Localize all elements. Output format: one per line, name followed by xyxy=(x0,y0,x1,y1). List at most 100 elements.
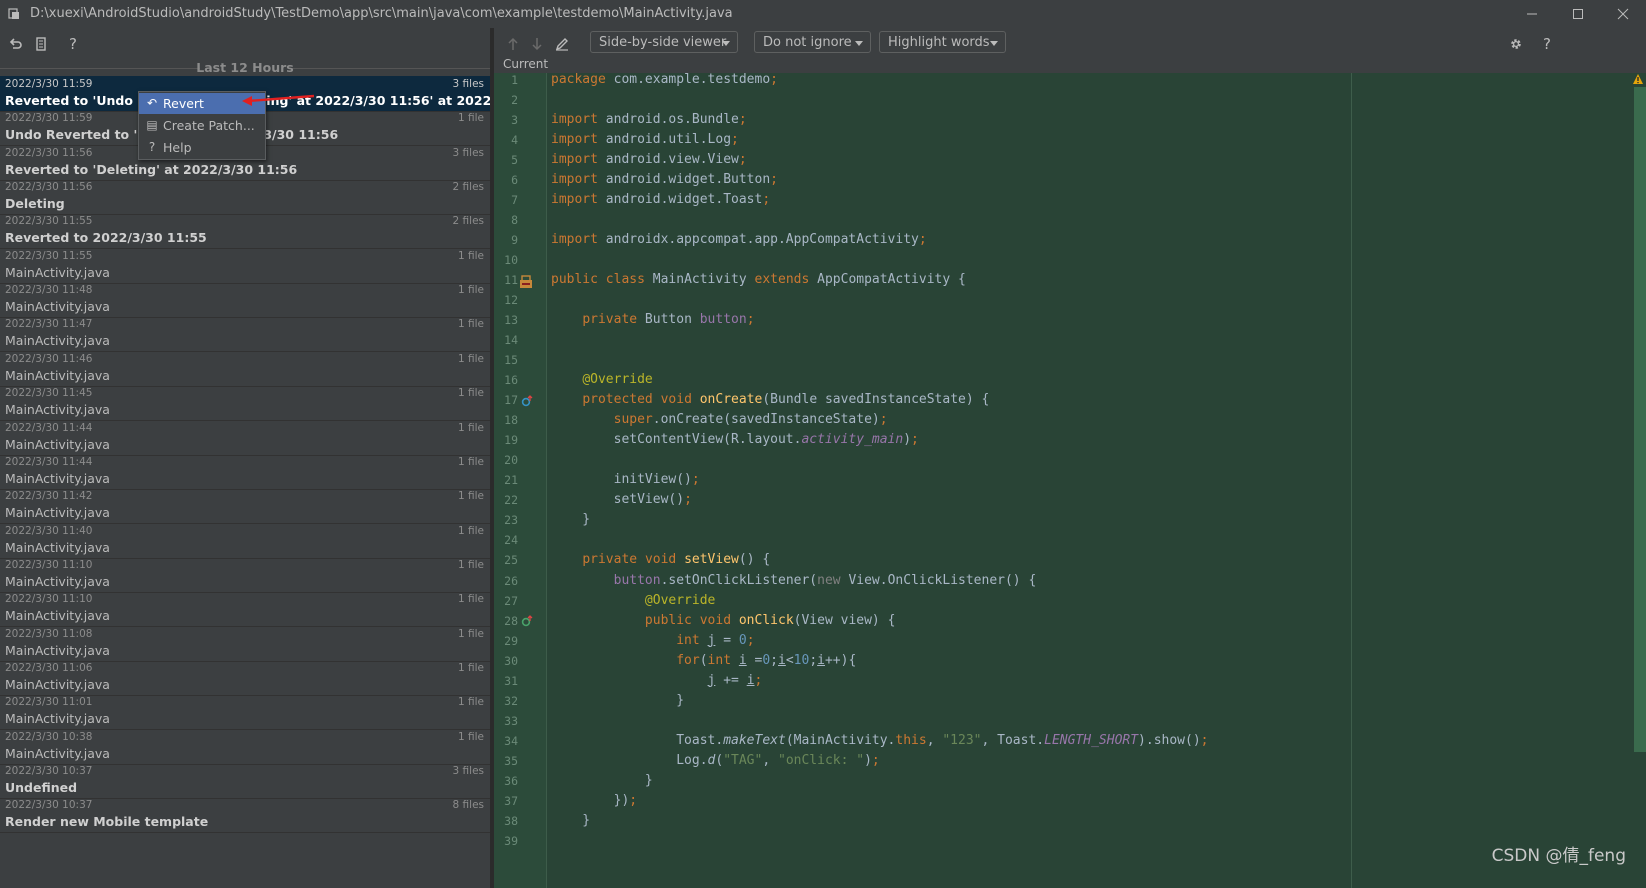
history-entry-date: 2022/3/30 11:45 xyxy=(5,387,93,400)
history-entry[interactable]: 2022/3/30 11:48 1 file MainActivity.java xyxy=(0,282,490,319)
context-menu-help[interactable]: ? Help xyxy=(139,137,265,158)
revert-button[interactable] xyxy=(5,33,27,55)
code-line: import android.widget.Toast; xyxy=(551,192,771,208)
line-number: 35 xyxy=(504,753,518,768)
history-entry-file-count: 1 file xyxy=(457,455,484,468)
create-patch-button[interactable] xyxy=(30,33,52,55)
history-entry[interactable]: 2022/3/30 11:08 1 file MainActivity.java xyxy=(0,626,490,662)
code-line: initView(); xyxy=(551,472,700,488)
highlight-mode-select[interactable]: Highlight words xyxy=(879,31,1006,53)
vertical-scrollbar[interactable] xyxy=(1634,87,1646,752)
line-number: 39 xyxy=(504,833,518,848)
code-line: @Override xyxy=(582,372,653,388)
patch-icon: ▤ xyxy=(146,118,158,132)
history-entry[interactable]: 2022/3/30 10:37 8 files Render new Mobile … xyxy=(0,797,490,834)
context-menu-label: Help xyxy=(163,140,192,155)
history-entry[interactable]: 2022/3/30 11:56 2 files Deleting xyxy=(0,179,490,216)
help-icon: ? xyxy=(1543,35,1551,53)
history-entry-file-count: 1 file xyxy=(457,352,484,365)
patch-icon xyxy=(36,37,46,51)
watermark: CSDN @倩_feng xyxy=(1491,846,1626,866)
history-entry[interactable]: 2022/3/30 11:55 2 files Reverted to 2022/3… xyxy=(0,213,490,250)
line-number: 26 xyxy=(504,573,518,588)
code-line: button.setOnClickListener(new View.OnCli… xyxy=(613,572,1037,588)
arrow-down-icon xyxy=(532,38,542,51)
line-number: 33 xyxy=(504,713,518,728)
history-entry[interactable]: 2022/3/30 11:55 1 file MainActivity.java xyxy=(0,248,490,284)
history-entry-title: Reverted to 2022/3/30 11:55 xyxy=(5,230,207,246)
code-line: package com.example.testdemo; xyxy=(551,73,778,87)
history-entry-title: MainActivity.java xyxy=(5,711,110,727)
history-entry-date: 2022/3/30 11:59 xyxy=(5,78,93,90)
viewer-mode-select[interactable]: Side-by-side viewer xyxy=(590,31,738,53)
history-entry[interactable]: 2022/3/30 11:06 1 file MainActivity.java xyxy=(0,660,490,696)
close-button[interactable] xyxy=(1600,0,1646,28)
context-menu-label: Revert xyxy=(163,96,204,111)
minimize-button[interactable] xyxy=(1509,0,1555,28)
override-method-icon[interactable] xyxy=(521,395,533,407)
history-entry[interactable]: 2022/3/30 10:38 1 file MainActivity.java xyxy=(0,729,490,765)
history-entry-title: MainActivity.java xyxy=(5,642,110,658)
history-entry[interactable]: 2022/3/30 11:46 1 file MainActivity.java xyxy=(0,351,490,387)
history-entry-title: MainActivity.java xyxy=(5,333,110,349)
history-entry[interactable]: 2022/3/30 11:42 1 file MainActivity.java xyxy=(0,488,490,525)
settings-button[interactable] xyxy=(1505,33,1527,55)
line-number: 15 xyxy=(504,353,518,368)
history-entry-file-count: 3 files xyxy=(452,765,484,777)
title-bar: D:\xuexi\AndroidStudio\androidStudy\Test… xyxy=(0,0,1646,28)
class-implementation-icon[interactable] xyxy=(519,275,533,289)
code-line: int j = 0; xyxy=(676,632,755,648)
history-entry[interactable]: 2022/3/30 11:10 1 file MainActivity.java xyxy=(0,591,490,628)
line-number: 1 xyxy=(511,73,518,87)
history-entry-file-count: 1 file xyxy=(457,490,484,503)
maximize-icon xyxy=(1573,9,1583,19)
line-number: 24 xyxy=(504,533,518,548)
history-entry-title: Deleting xyxy=(5,196,65,212)
code-line: @Override xyxy=(644,592,716,608)
line-number: 20 xyxy=(504,453,518,468)
edit-source-button[interactable] xyxy=(551,33,573,55)
history-entry[interactable]: 2022/3/30 11:10 1 file MainActivity.java xyxy=(0,557,490,593)
history-entry[interactable]: 2022/3/30 11:01 1 file MainActivity.java xyxy=(0,694,490,731)
code-line: }); xyxy=(551,792,638,808)
gear-icon xyxy=(1511,39,1521,49)
line-number: 37 xyxy=(504,793,518,808)
undo-icon xyxy=(9,38,22,49)
line-number: 32 xyxy=(504,693,518,708)
history-entry[interactable]: 2022/3/30 11:45 1 file MainActivity.java xyxy=(0,385,490,422)
code-line: super.onCreate(savedInstanceState); xyxy=(613,412,888,428)
maximize-button[interactable] xyxy=(1555,0,1601,28)
history-entry[interactable]: 2022/3/30 11:44 1 file MainActivity.java xyxy=(0,420,490,456)
context-menu-create-patch[interactable]: ▤ Create Patch... xyxy=(139,115,265,136)
arrow-up-icon xyxy=(508,37,518,50)
history-entry[interactable]: 2022/3/30 10:37 3 files Undefined xyxy=(0,763,490,799)
help-button[interactable]: ? xyxy=(62,33,84,55)
warning-icon[interactable] xyxy=(1632,73,1644,85)
history-entry-date: 2022/3/30 10:38 xyxy=(5,730,93,743)
highlight-mode-value: Highlight words xyxy=(888,35,990,50)
help-icon: ? xyxy=(69,35,77,53)
code-editor[interactable]: 1 2 3 4 5 6 7 8 9 10 11 12 13 14 15 16 17 18 19 20 21 22 23 24 2… xyxy=(494,73,1646,888)
history-entry[interactable]: 2022/3/30 11:47 1 file MainActivity.java xyxy=(0,316,490,353)
next-difference-button[interactable] xyxy=(526,33,548,55)
override-method-icon[interactable] xyxy=(521,615,533,627)
line-number: 14 xyxy=(504,333,518,348)
code-line: for(int i =0;i<10;i++){ xyxy=(676,652,857,668)
history-entry-title: MainActivity.java xyxy=(5,505,110,521)
history-entry-file-count: 1 file xyxy=(457,112,484,125)
line-number: 28 xyxy=(504,613,518,628)
line-number: 18 xyxy=(504,413,518,428)
previous-difference-button[interactable] xyxy=(502,33,524,55)
history-entry[interactable]: 2022/3/30 11:40 1 file MainActivity.java xyxy=(0,523,490,559)
ignore-whitespace-select[interactable]: Do not ignore xyxy=(754,31,871,53)
history-entry-date: 2022/3/30 10:37 xyxy=(5,799,93,812)
code-line: import android.util.Log; xyxy=(551,132,739,148)
code-line: protected void onCreate(Bundle savedInst… xyxy=(582,392,990,408)
line-number: 25 xyxy=(504,553,518,568)
history-entry-file-count: 8 files xyxy=(452,799,484,812)
annotation-arrow xyxy=(242,94,315,106)
code-line: } xyxy=(551,772,653,788)
history-entry-file-count: 1 file xyxy=(457,730,484,743)
history-entry[interactable]: 2022/3/30 11:44 1 file MainActivity.java xyxy=(0,454,490,490)
diff-help-button[interactable]: ? xyxy=(1536,33,1558,55)
